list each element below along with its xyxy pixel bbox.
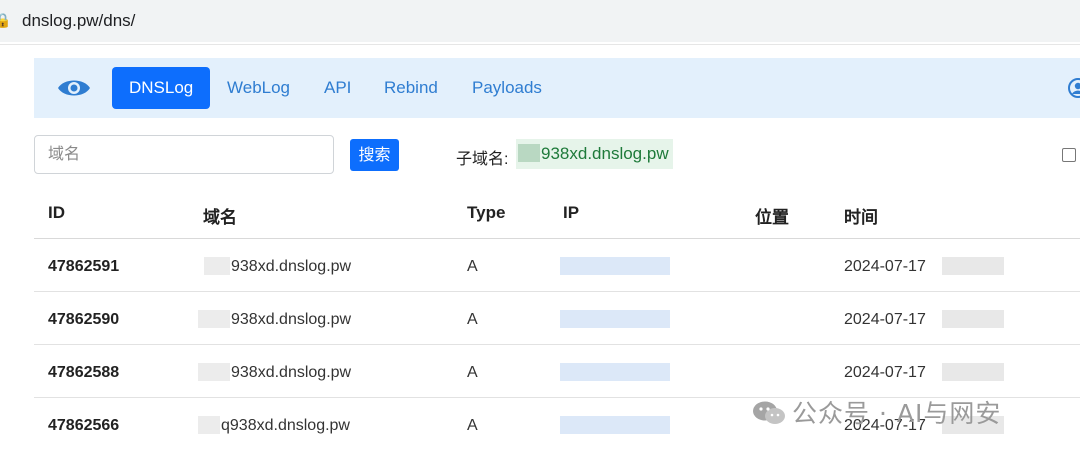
nav-api[interactable]: API [307,67,368,109]
cell-type: A [467,417,478,434]
nav-weblog[interactable]: WebLog [210,67,307,109]
cell-type: A [467,311,478,328]
header-location: 位置 [755,208,789,227]
redacted-mask [198,310,230,328]
cell-domain: 938xd.dnslog.pw [231,311,352,328]
cell-id: 47862566 [48,417,120,434]
header-id: ID [48,203,65,222]
cell-id: 47862591 [48,258,120,275]
redacted-mask [942,363,1004,381]
redacted-mask [204,257,230,275]
top-navbar: DNSLog WebLog API Rebind Payloads [34,58,1080,118]
header-time: 时间 [844,208,878,227]
subdomain-label: 子域名: [456,151,509,168]
table-row[interactable]: 47862590 938xd.dnslog.pw A 2024-07-17 [34,292,1080,345]
browser-address-bar[interactable]: 🔒 dnslog.pw/dns/ [0,0,1080,42]
nav-dnslog[interactable]: DNSLog [112,67,211,109]
redacted-mask [198,363,230,381]
redacted-mask [518,144,540,162]
cell-time: 2024-07-17 [844,258,926,275]
domain-search-input[interactable] [34,135,334,174]
cell-domain: 938xd.dnslog.pw [231,364,352,381]
table-row[interactable]: 47862588 938xd.dnslog.pw A 2024-07-17 [34,345,1080,398]
eye-icon[interactable] [56,76,92,100]
nav-rebind[interactable]: Rebind [367,67,455,109]
table-header: ID 域名 Type IP 位置 时间 [34,186,1080,239]
redacted-mask [942,310,1004,328]
table-row[interactable]: 47862591 938xd.dnslog.pw A 2024-07-17 [34,239,1080,292]
cell-id: 47862588 [48,364,120,381]
checkbox[interactable] [1062,148,1076,162]
header-type: Type [467,203,506,222]
redacted-ip-mask [560,310,670,328]
subdomain-value[interactable]: 938xd.dnslog.pw [516,139,673,169]
user-icon[interactable] [1068,78,1080,98]
redacted-mask [198,416,220,434]
search-button[interactable]: 搜索 [350,139,399,171]
cell-id: 47862590 [48,311,120,328]
watermark-text: 公众号 · AI与网安 [792,399,1002,428]
cell-domain: q938xd.dnslog.pw [221,417,350,434]
header-ip: IP [563,203,580,222]
redacted-mask [942,257,1004,275]
nav-payloads[interactable]: Payloads [455,67,559,109]
url-text[interactable]: dnslog.pw/dns/ [22,11,135,31]
header-domain: 域名 [203,208,237,227]
toolbar-divider [0,44,1080,45]
cell-time: 2024-07-17 [844,364,926,381]
redacted-ip-mask [560,257,670,275]
wechat-icon [752,400,786,426]
watermark: 公众号 · AI与网安 [752,394,1001,428]
cell-time: 2024-07-17 [844,311,926,328]
redacted-ip-mask [560,363,670,381]
cell-type: A [467,258,478,275]
site-info-icon[interactable]: 🔒 [0,10,11,30]
redacted-ip-mask [560,416,670,434]
cell-domain: 938xd.dnslog.pw [231,258,352,275]
cell-type: A [467,364,478,381]
